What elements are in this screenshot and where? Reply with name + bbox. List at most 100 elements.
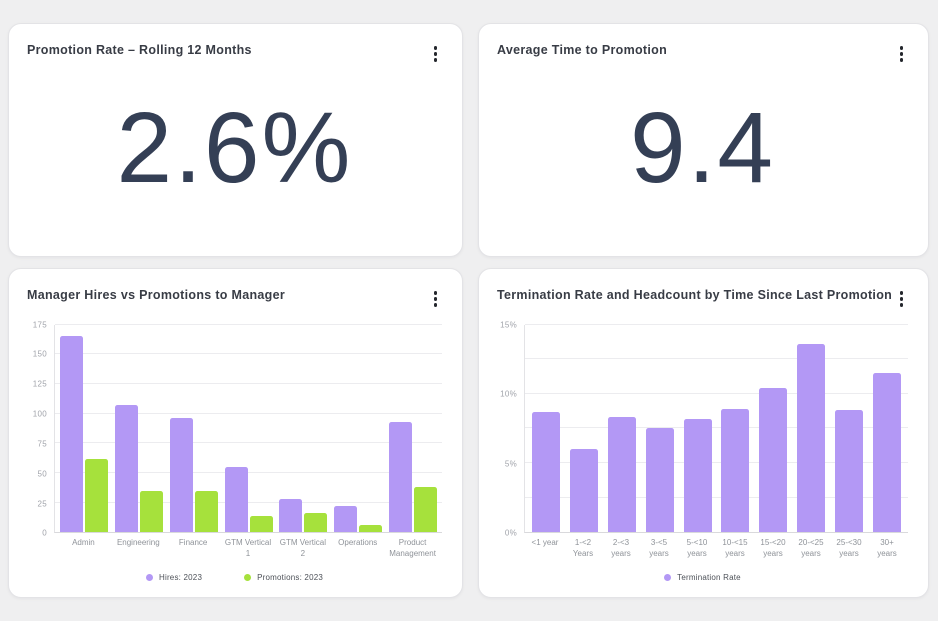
x-axis-label: Operations [330,538,385,560]
bar[interactable] [195,491,218,533]
bar-group [112,325,167,533]
kebab-menu-icon[interactable] [895,43,909,65]
y-axis-label: 15% [500,320,517,329]
legend-dot-icon [146,574,153,581]
bar[interactable] [532,412,560,533]
x-axis-label: Admin [56,538,111,560]
legend: Termination Rate [497,573,908,582]
metric-value: 9.4 [497,65,908,244]
bar-groups [525,325,908,533]
bar-group [221,325,276,533]
x-axis-labels: AdminEngineeringFinanceGTM Vertical 1GTM… [54,538,442,560]
bar-groups [55,325,442,533]
y-axis-label: 100 [33,410,47,419]
x-axis-label: 1-<2 Years [564,538,602,560]
bar[interactable] [115,405,138,532]
legend-label: Termination Rate [677,573,741,582]
legend: Hires: 2023 Promotions: 2023 [27,573,442,582]
dashboard: Promotion Rate – Rolling 12 Months 2.6% … [0,0,938,598]
x-axis-label: Finance [166,538,221,560]
bar[interactable] [570,449,598,532]
metric-value: 2.6% [27,65,442,244]
card-header: Promotion Rate – Rolling 12 Months [27,43,442,65]
bar-group [868,325,906,533]
bar[interactable] [684,419,712,533]
bar[interactable] [85,459,108,533]
bar[interactable] [334,506,357,532]
card-title: Termination Rate and Headcount by Time S… [497,288,892,302]
bar[interactable] [140,491,163,533]
x-axis-labels: <1 year1-<2 Years2-<3 years3-<5 years5-<… [524,538,908,560]
bar-group [603,325,641,533]
bar-group [527,325,565,533]
bar[interactable] [279,499,302,532]
card-title: Average Time to Promotion [497,43,667,57]
legend-item[interactable]: Termination Rate [664,573,741,582]
kebab-menu-icon[interactable] [429,43,443,65]
kebab-menu-icon[interactable] [429,288,443,310]
x-axis-label: 10-<15 years [716,538,754,560]
y-axis-label: 125 [33,380,47,389]
bar[interactable] [389,422,412,532]
bar[interactable] [170,418,193,532]
bar[interactable] [60,336,83,532]
card-header: Manager Hires vs Promotions to Manager [27,288,442,310]
x-axis-label: 20-<25 years [792,538,830,560]
card-average-time-to-promotion: Average Time to Promotion 9.4 [478,23,929,257]
y-axis-label: 175 [33,320,47,329]
bar[interactable] [304,513,327,532]
bar[interactable] [608,417,636,532]
x-axis-spacer [497,538,524,560]
x-axis-label: 5-<10 years [678,538,716,560]
x-axis-label: Product Management [385,538,440,560]
y-axis-label: 0% [505,529,517,538]
x-axis: AdminEngineeringFinanceGTM Vertical 1GTM… [27,538,442,560]
bar[interactable] [250,516,273,533]
x-axis-label: GTM Vertical 2 [275,538,330,560]
x-axis-label: <1 year [526,538,564,560]
bar[interactable] [873,373,901,532]
y-axis: 0%5%10%15% [497,325,524,534]
legend-label: Hires: 2023 [159,573,202,582]
bar-group [565,325,603,533]
y-axis: 0255075100125150175 [27,325,54,534]
y-axis-label: 75 [38,439,48,448]
bar[interactable] [759,388,787,532]
bar-group [717,325,755,533]
bar-group [792,325,830,533]
bar-group [679,325,717,533]
plot [54,325,442,534]
bar[interactable] [225,467,248,532]
chart-plot-area: 0%5%10%15% [497,325,908,534]
bar[interactable] [797,344,825,533]
bar[interactable] [414,487,437,532]
termination-rate-bar-chart: 0%5%10%15%<1 year1-<2 Years2-<3 years3-<… [497,325,908,585]
card-hires-vs-promotions: Manager Hires vs Promotions to Manager 0… [8,268,463,598]
bar-group [641,325,679,533]
bar[interactable] [721,409,749,532]
x-axis-label: 3-<5 years [640,538,678,560]
y-axis-label: 25 [38,499,48,508]
bar-group [830,325,868,533]
x-axis-spacer [27,538,54,560]
kebab-menu-icon[interactable] [895,288,909,310]
bar-group [276,325,331,533]
hires-promotions-bar-chart: 0255075100125150175AdminEngineeringFinan… [27,325,442,585]
card-header: Average Time to Promotion [497,43,908,65]
x-axis-label: 15-<20 years [754,538,792,560]
legend-item[interactable]: Promotions: 2023 [244,573,323,582]
bar[interactable] [359,525,382,532]
y-axis-label: 5% [505,459,517,468]
bar-group [57,325,112,533]
card-title: Promotion Rate – Rolling 12 Months [27,43,252,57]
bar-group [331,325,386,533]
bar-group [754,325,792,533]
bar[interactable] [646,428,674,532]
y-axis-label: 150 [33,350,47,359]
x-axis-label: 25-<30 years [830,538,868,560]
bar[interactable] [835,410,863,532]
x-axis: <1 year1-<2 Years2-<3 years3-<5 years5-<… [497,538,908,560]
legend-item[interactable]: Hires: 2023 [146,573,202,582]
card-promotion-rate: Promotion Rate – Rolling 12 Months 2.6% [8,23,463,257]
legend-dot-icon [244,574,251,581]
